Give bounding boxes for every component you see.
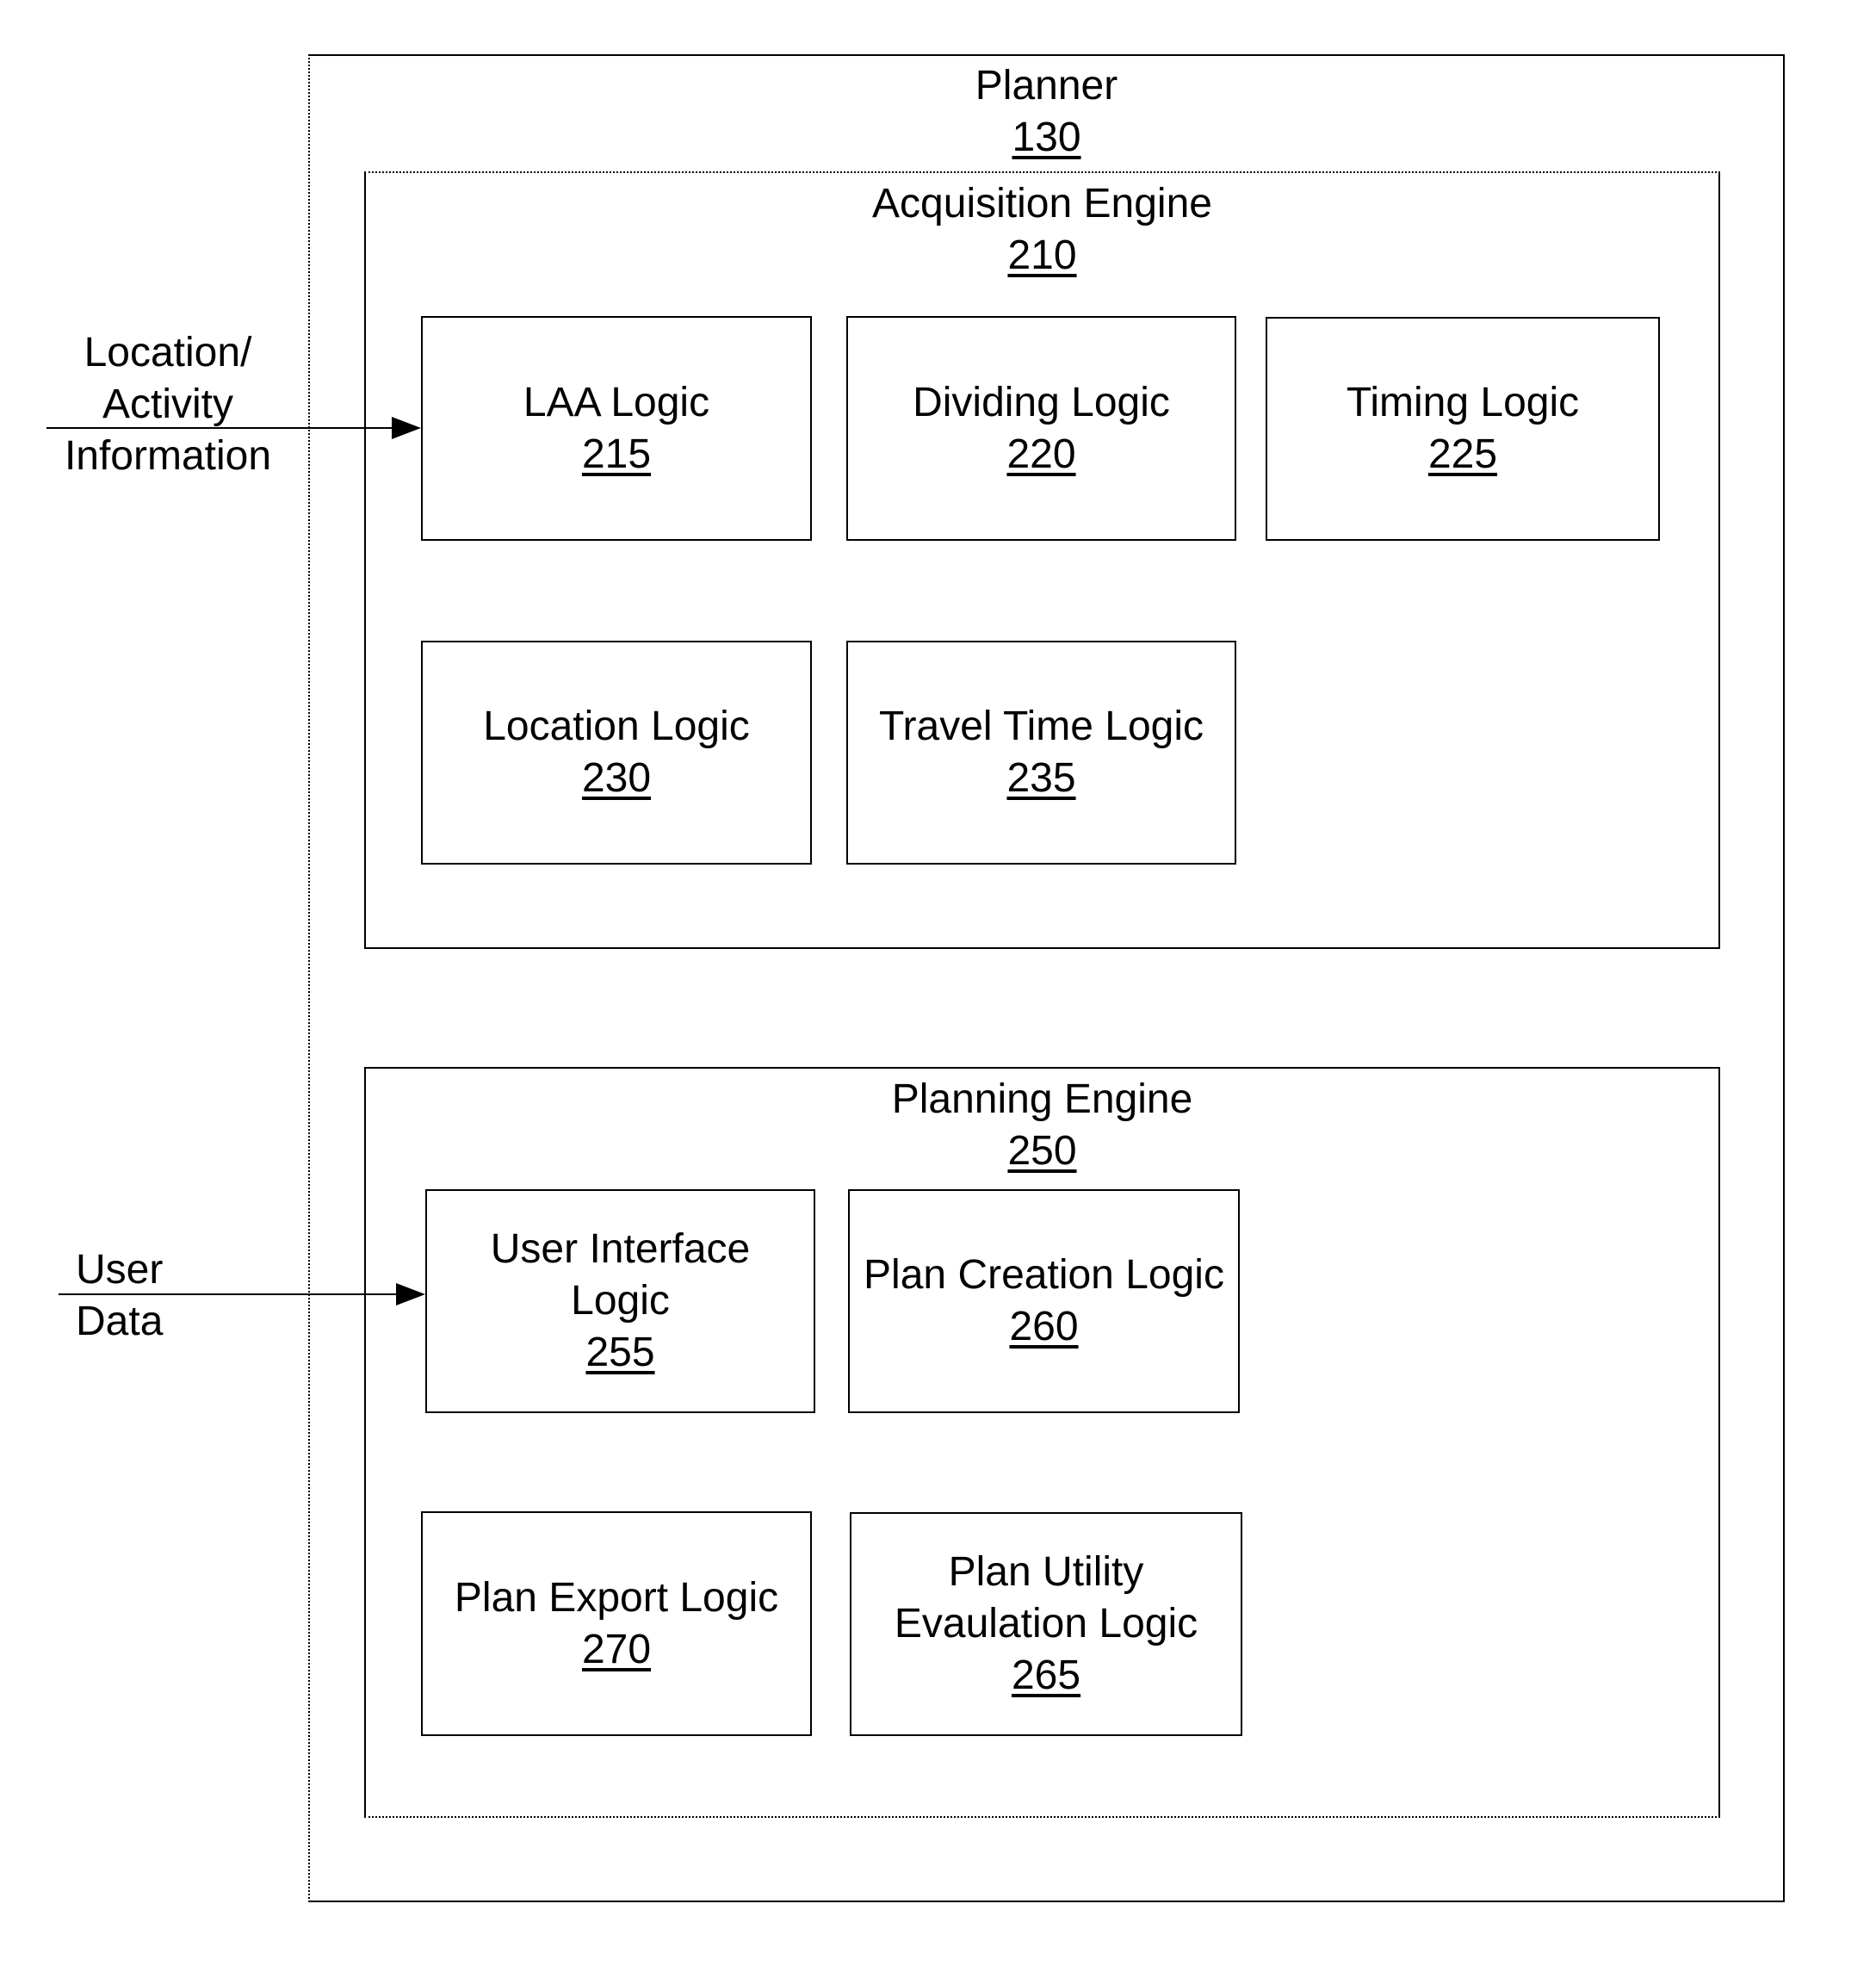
location-activity-arrowhead-icon [392, 417, 421, 439]
user-data-arrowhead-icon [396, 1283, 425, 1305]
connector-arrows [46, 417, 425, 1305]
